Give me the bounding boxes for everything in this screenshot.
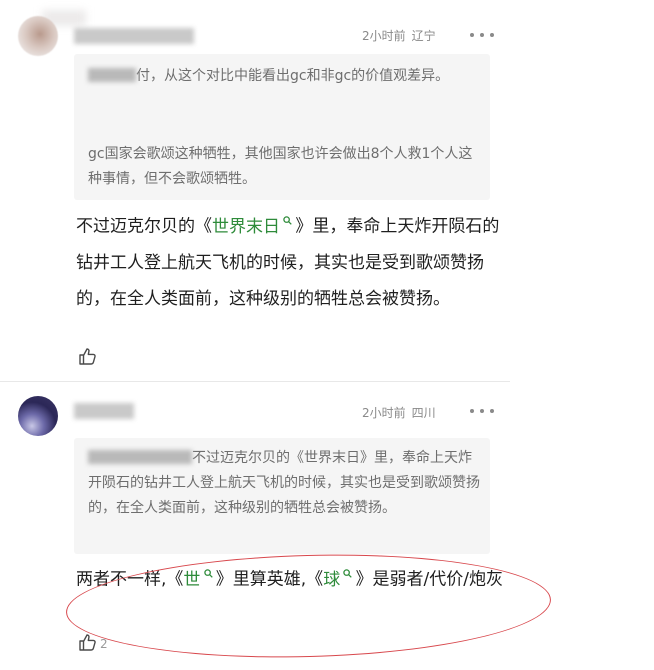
- mention-link[interactable]: 世界末日: [212, 216, 295, 237]
- comment-location: 四川: [411, 406, 436, 420]
- username-redacted[interactable]: [74, 403, 134, 419]
- comment-time: 2小时前: [362, 29, 406, 43]
- more-dot: [480, 33, 484, 37]
- avatar[interactable]: [18, 16, 58, 56]
- comment-meta: 2小时前 四川: [362, 404, 436, 421]
- more-dot: [490, 409, 494, 413]
- more-dot: [490, 33, 494, 37]
- username-redacted[interactable]: [74, 28, 194, 44]
- quote-paragraph: gc国家会歌颂这种牺牲，其他国家也许会做出8个人救1个人这种事情，但不会歌颂牺牲…: [88, 146, 473, 187]
- body-text: 不过迈克尔贝的《: [76, 216, 212, 237]
- mention-text: 世界末日: [212, 216, 280, 237]
- comment-time: 2小时前: [362, 406, 406, 420]
- comment-divider: [0, 381, 510, 382]
- quote-paragraph: 不过迈克尔贝的《世界末日》里，奉命上天炸开陨石的钻井工人登上航天飞机的时候，其实…: [88, 446, 480, 521]
- more-options-button[interactable]: [470, 403, 494, 419]
- quote-author-redacted: [88, 68, 136, 82]
- comment-item: 2小时前 辽宁 付，从这个对比中能看出gc和非gc的价值观差异。 gc国家会歌颂这…: [0, 0, 520, 380]
- more-dots-icon: [470, 33, 474, 37]
- quote-text: 付，从这个对比中能看出gc和非gc的价值观差异。: [136, 68, 450, 84]
- more-options-button[interactable]: [470, 27, 494, 43]
- like-button[interactable]: [78, 346, 100, 370]
- comment-body: 不过迈克尔贝的《世界末日 》里，奉命上天炸开陨石的钻井工人登上航天飞机的时候，其…: [76, 205, 504, 317]
- comment-meta: 2小时前 辽宁: [362, 27, 436, 44]
- quoted-reply[interactable]: 不过迈克尔贝的《世界末日》里，奉命上天炸开陨石的钻井工人登上航天飞机的时候，其实…: [74, 438, 490, 554]
- thumbs-up-icon: [78, 346, 98, 370]
- more-dots-icon: [470, 409, 474, 413]
- comment-location: 辽宁: [411, 29, 436, 43]
- quoted-reply[interactable]: 付，从这个对比中能看出gc和非gc的价值观差异。 gc国家会歌颂这种牺牲，其他国…: [74, 54, 490, 200]
- search-icon: [280, 216, 295, 228]
- quote-author-redacted: [88, 450, 192, 464]
- more-dot: [480, 409, 484, 413]
- quote-paragraph: 付，从这个对比中能看出gc和非gc的价值观差异。: [88, 64, 480, 89]
- avatar[interactable]: [18, 396, 58, 436]
